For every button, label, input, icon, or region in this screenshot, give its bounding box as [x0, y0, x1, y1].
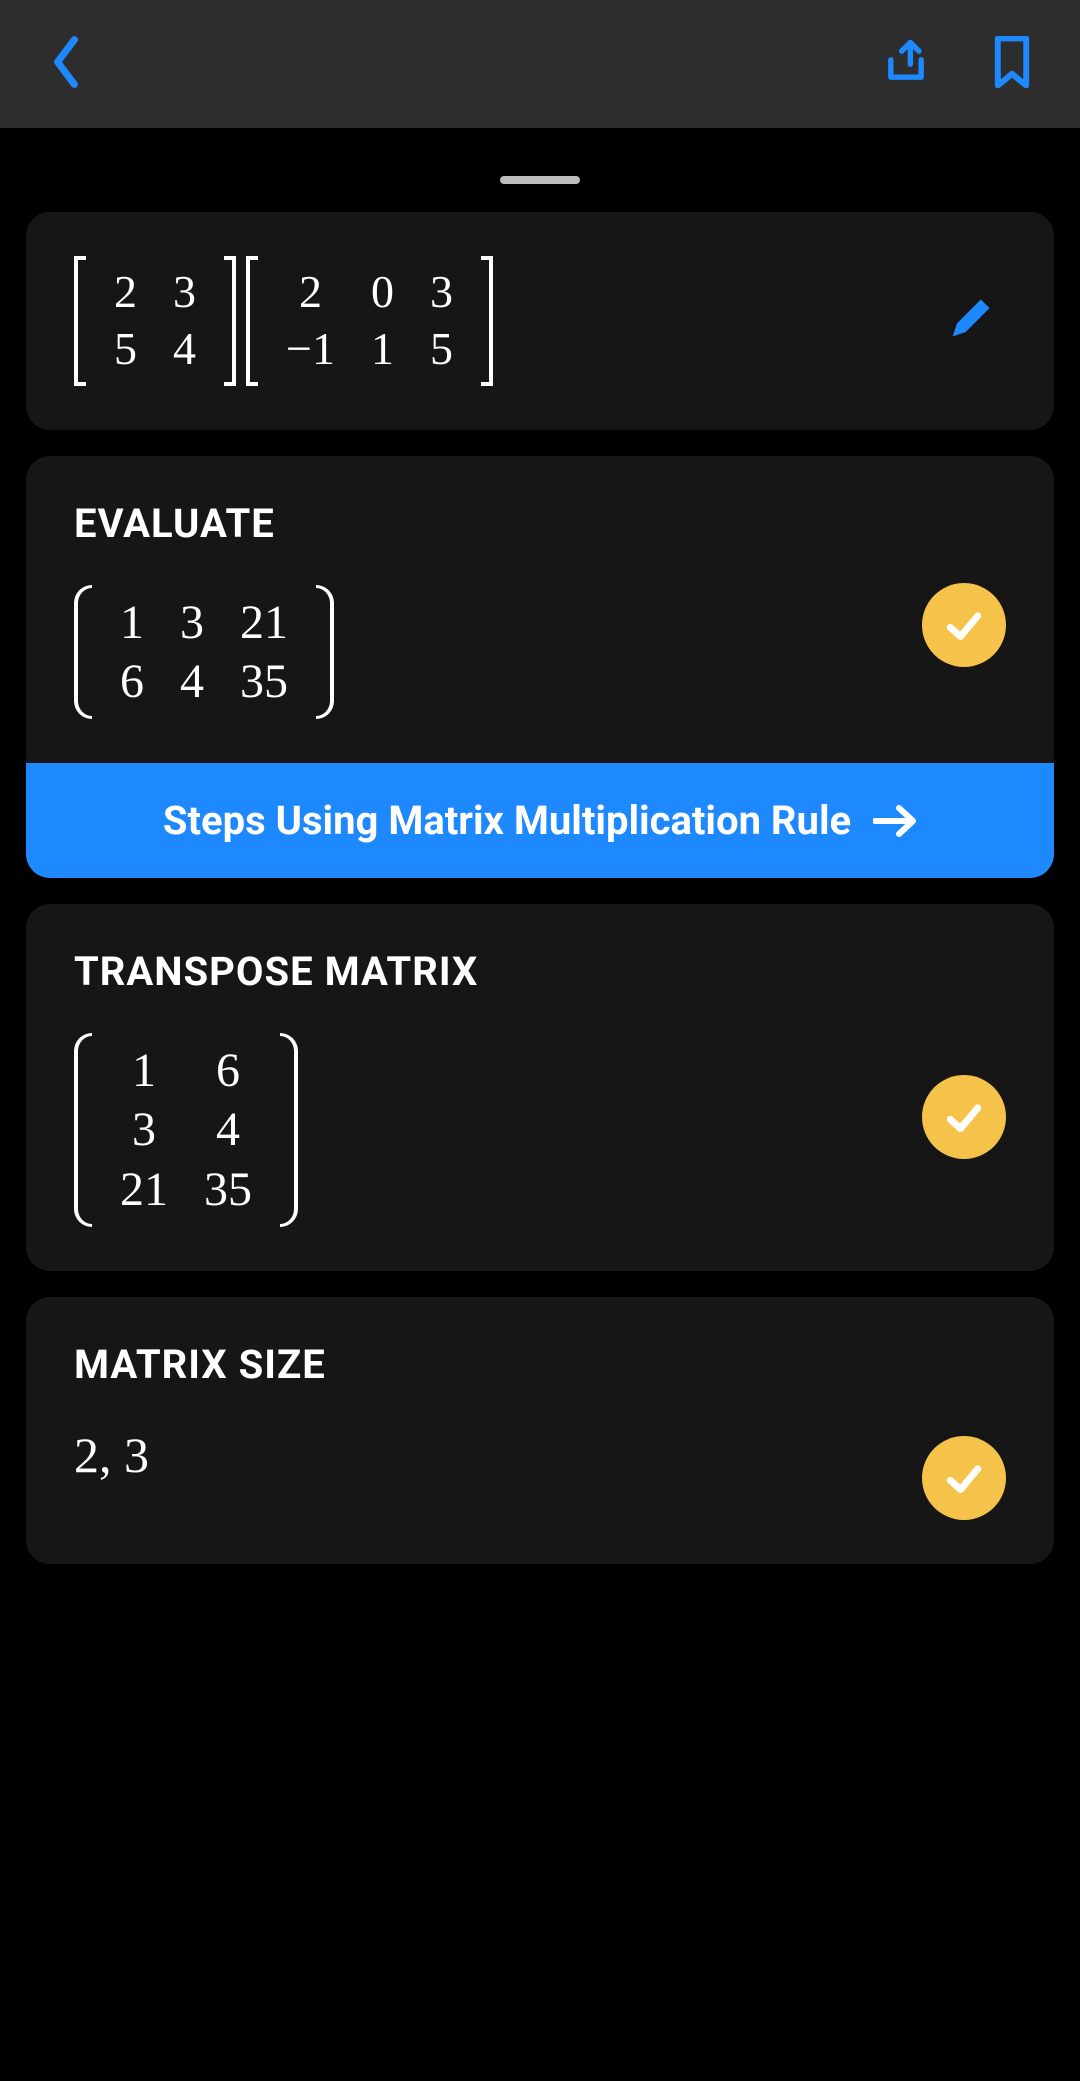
matrix-cell: 1 — [102, 593, 162, 652]
matrix-cell: 3 — [412, 264, 471, 321]
matrix-cell: 1 — [353, 321, 412, 378]
pencil-icon — [944, 293, 996, 345]
size-value: 2, 3 — [74, 1426, 1006, 1484]
matrix-cell: 6 — [186, 1041, 270, 1100]
evaluate-card: EVALUATE 1321 6435 Steps Using Matrix Mul… — [26, 456, 1054, 878]
matrix-cell: 4 — [162, 652, 222, 711]
matrix-cell: 3 — [155, 264, 214, 321]
bracket-left — [74, 256, 86, 386]
matrix-cell: 2 — [96, 264, 155, 321]
bracket-right — [224, 256, 236, 386]
size-title: MATRIX SIZE — [74, 1341, 1006, 1388]
matrix: 1321 6435 — [74, 585, 334, 719]
transpose-check-badge[interactable] — [922, 1075, 1006, 1159]
sheet-grab-handle[interactable] — [500, 176, 580, 184]
bookmark-button[interactable] — [992, 36, 1032, 92]
chevron-left-icon — [48, 34, 84, 90]
matrix-cell: 35 — [222, 652, 306, 711]
top-bar — [0, 0, 1080, 128]
matrix-cell: 0 — [353, 264, 412, 321]
share-button[interactable] — [880, 36, 932, 92]
edit-expression-button[interactable] — [944, 293, 996, 349]
input-expression: 2354203−115 — [74, 256, 1006, 386]
matrix-cell: 5 — [412, 321, 471, 378]
evaluate-result: 1321 6435 — [74, 585, 1006, 719]
evaluate-check-badge[interactable] — [922, 583, 1006, 667]
bookmark-icon — [992, 36, 1032, 88]
transpose-result: 16342135 — [74, 1033, 1006, 1227]
matrix: 2354 — [74, 256, 236, 386]
arrow-right-icon — [873, 804, 917, 838]
bracket-left — [74, 585, 92, 719]
matrix-cell: 5 — [96, 321, 155, 378]
steps-label: Steps Using Matrix Multiplication Rule — [163, 797, 851, 844]
matrix-cell: 21 — [222, 593, 306, 652]
bracket-right — [481, 256, 493, 386]
share-icon — [880, 36, 932, 88]
matrix-size-card: MATRIX SIZE 2, 3 — [26, 1297, 1054, 1564]
results-sheet: 2354203−115 EVALUATE 13216435 Steps Usin… — [0, 148, 1080, 1630]
transpose-card: TRANSPOSE MATRIX 16342135 — [26, 904, 1054, 1271]
matrix-cell: 3 — [162, 593, 222, 652]
matrix-cell: 1 — [102, 1041, 186, 1100]
input-expression-card: 2354203−115 — [26, 212, 1054, 430]
transpose-title: TRANSPOSE MATRIX — [74, 948, 1006, 995]
bracket-right — [316, 585, 334, 719]
check-icon — [941, 1455, 987, 1501]
matrix-cell: 2 — [268, 264, 353, 321]
matrix: 203 −115 — [246, 256, 493, 386]
matrix: 16342135 — [74, 1033, 298, 1227]
check-icon — [941, 602, 987, 648]
matrix-cell: 35 — [186, 1160, 270, 1219]
bracket-left — [246, 256, 258, 386]
evaluate-title: EVALUATE — [74, 500, 1006, 547]
check-icon — [941, 1094, 987, 1140]
matrix-cell: −1 — [268, 321, 353, 378]
bracket-left — [74, 1033, 92, 1227]
bracket-right — [280, 1033, 298, 1227]
back-button[interactable] — [48, 34, 84, 94]
matrix-cell: 3 — [102, 1100, 186, 1159]
matrix-cell: 4 — [186, 1100, 270, 1159]
matrix-cell: 21 — [102, 1160, 186, 1219]
matrix-cell: 4 — [155, 321, 214, 378]
steps-button[interactable]: Steps Using Matrix Multiplication Rule — [26, 763, 1054, 878]
matrix-cell: 6 — [102, 652, 162, 711]
size-check-badge[interactable] — [922, 1436, 1006, 1520]
